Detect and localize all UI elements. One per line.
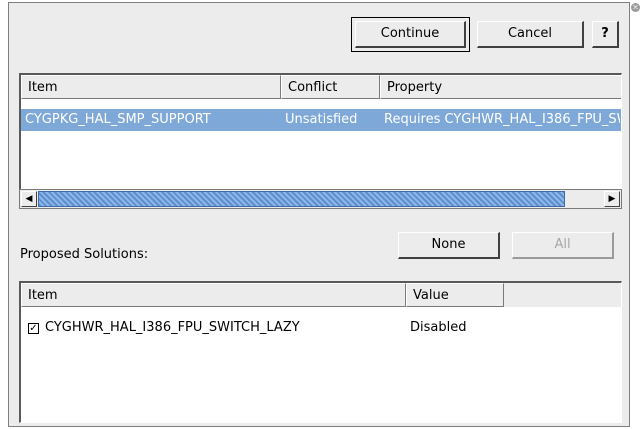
checkmark-icon[interactable]: ✓ bbox=[28, 323, 39, 334]
scrollbar-thumb[interactable] bbox=[38, 191, 565, 207]
column-header-property[interactable]: Property bbox=[380, 75, 621, 99]
solution-value[interactable]: Disabled bbox=[410, 317, 504, 339]
arrow-right-icon[interactable]: ▶ bbox=[604, 191, 620, 207]
close-icon[interactable]: ✕ bbox=[631, 3, 640, 12]
conflicts-list[interactable]: Item Conflict Property CYGPKG_HAL_SMP_SU… bbox=[19, 73, 622, 190]
conflicts-header: Item Conflict Property bbox=[21, 75, 621, 99]
solutions-list[interactable]: Item Value ✓ CYGHWR_HAL_I386_FPU_SWITCH_… bbox=[19, 281, 622, 423]
select-none-button[interactable]: None bbox=[398, 232, 500, 259]
conflicts-horizontal-scrollbar[interactable]: ◀ ▶ bbox=[19, 189, 622, 209]
select-all-button: All bbox=[512, 232, 614, 259]
column-header-item[interactable]: Item bbox=[21, 283, 406, 307]
proposed-solutions-label: Proposed Solutions: bbox=[20, 247, 149, 262]
help-button[interactable]: ? bbox=[592, 21, 619, 48]
resolve-conflicts-dialog: Continue Cancel ? Item Conflict Property… bbox=[8, 2, 630, 427]
conflict-type: Unsatisfied bbox=[285, 112, 358, 127]
conflict-row[interactable]: CYGPKG_HAL_SMP_SUPPORT Unsatisfied Requi… bbox=[21, 109, 621, 131]
solution-item: CYGHWR_HAL_I386_FPU_SWITCH_LAZY bbox=[45, 320, 300, 335]
conflict-item: CYGPKG_HAL_SMP_SUPPORT bbox=[25, 112, 211, 127]
arrow-left-icon[interactable]: ◀ bbox=[21, 191, 37, 207]
column-header-item[interactable]: Item bbox=[21, 75, 281, 99]
solutions-header: Item Value bbox=[21, 283, 621, 307]
column-header-conflict[interactable]: Conflict bbox=[281, 75, 380, 99]
solution-row[interactable]: ✓ CYGHWR_HAL_I386_FPU_SWITCH_LAZY Disabl… bbox=[21, 317, 621, 339]
cancel-button[interactable]: Cancel bbox=[477, 21, 584, 48]
conflict-property: Requires CYGHWR_HAL_I386_FPU_SWITCH_LAZY bbox=[384, 112, 620, 127]
column-header-value[interactable]: Value bbox=[406, 283, 504, 307]
continue-button[interactable]: Continue bbox=[355, 21, 466, 48]
